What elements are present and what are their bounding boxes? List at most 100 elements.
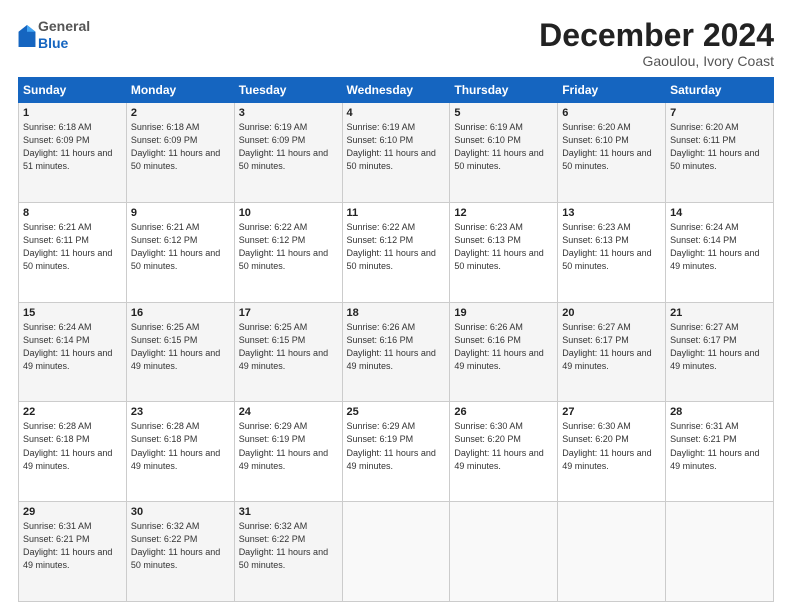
logo-general-text: General <box>38 18 90 35</box>
day-number: 28 <box>670 406 769 418</box>
day-number: 13 <box>562 207 661 219</box>
title-area: December 2024 Gaoulou, Ivory Coast <box>539 18 774 69</box>
day-info: Sunrise: 6:28 AMSunset: 6:18 PMDaylight:… <box>23 421 112 470</box>
table-row: 5 Sunrise: 6:19 AMSunset: 6:10 PMDayligh… <box>450 103 558 203</box>
day-info: Sunrise: 6:30 AMSunset: 6:20 PMDaylight:… <box>562 421 651 470</box>
day-info: Sunrise: 6:20 AMSunset: 6:11 PMDaylight:… <box>670 122 759 171</box>
day-number: 19 <box>454 307 553 319</box>
table-row: 20 Sunrise: 6:27 AMSunset: 6:17 PMDaylig… <box>558 302 666 402</box>
col-sunday: Sunday <box>19 78 127 103</box>
table-row: 7 Sunrise: 6:20 AMSunset: 6:11 PMDayligh… <box>666 103 774 203</box>
day-number: 16 <box>131 307 230 319</box>
table-row <box>666 502 774 602</box>
day-info: Sunrise: 6:19 AMSunset: 6:10 PMDaylight:… <box>454 122 543 171</box>
day-info: Sunrise: 6:22 AMSunset: 6:12 PMDaylight:… <box>239 222 328 271</box>
table-row: 1 Sunrise: 6:18 AMSunset: 6:09 PMDayligh… <box>19 103 127 203</box>
table-row: 26 Sunrise: 6:30 AMSunset: 6:20 PMDaylig… <box>450 402 558 502</box>
calendar-week-row: 15 Sunrise: 6:24 AMSunset: 6:14 PMDaylig… <box>19 302 774 402</box>
table-row: 3 Sunrise: 6:19 AMSunset: 6:09 PMDayligh… <box>234 103 342 203</box>
table-row: 25 Sunrise: 6:29 AMSunset: 6:19 PMDaylig… <box>342 402 450 502</box>
day-number: 11 <box>347 207 446 219</box>
table-row: 15 Sunrise: 6:24 AMSunset: 6:14 PMDaylig… <box>19 302 127 402</box>
day-number: 30 <box>131 506 230 518</box>
day-number: 6 <box>562 107 661 119</box>
logo: General Blue <box>18 18 90 52</box>
day-number: 3 <box>239 107 338 119</box>
day-info: Sunrise: 6:19 AMSunset: 6:10 PMDaylight:… <box>347 122 436 171</box>
day-info: Sunrise: 6:31 AMSunset: 6:21 PMDaylight:… <box>23 521 112 570</box>
calendar-header-row: Sunday Monday Tuesday Wednesday Thursday… <box>19 78 774 103</box>
day-info: Sunrise: 6:32 AMSunset: 6:22 PMDaylight:… <box>239 521 328 570</box>
table-row <box>558 502 666 602</box>
day-info: Sunrise: 6:21 AMSunset: 6:12 PMDaylight:… <box>131 222 220 271</box>
day-number: 1 <box>23 107 122 119</box>
calendar-week-row: 1 Sunrise: 6:18 AMSunset: 6:09 PMDayligh… <box>19 103 774 203</box>
day-info: Sunrise: 6:18 AMSunset: 6:09 PMDaylight:… <box>131 122 220 171</box>
table-row: 24 Sunrise: 6:29 AMSunset: 6:19 PMDaylig… <box>234 402 342 502</box>
table-row: 30 Sunrise: 6:32 AMSunset: 6:22 PMDaylig… <box>126 502 234 602</box>
table-row: 2 Sunrise: 6:18 AMSunset: 6:09 PMDayligh… <box>126 103 234 203</box>
day-number: 23 <box>131 406 230 418</box>
table-row: 8 Sunrise: 6:21 AMSunset: 6:11 PMDayligh… <box>19 202 127 302</box>
day-info: Sunrise: 6:20 AMSunset: 6:10 PMDaylight:… <box>562 122 651 171</box>
month-title: December 2024 <box>539 18 774 53</box>
day-info: Sunrise: 6:23 AMSunset: 6:13 PMDaylight:… <box>562 222 651 271</box>
calendar-table: Sunday Monday Tuesday Wednesday Thursday… <box>18 77 774 602</box>
calendar-week-row: 8 Sunrise: 6:21 AMSunset: 6:11 PMDayligh… <box>19 202 774 302</box>
logo-blue-text: Blue <box>38 35 90 52</box>
day-number: 10 <box>239 207 338 219</box>
day-info: Sunrise: 6:29 AMSunset: 6:19 PMDaylight:… <box>347 421 436 470</box>
day-number: 21 <box>670 307 769 319</box>
day-number: 8 <box>23 207 122 219</box>
day-number: 27 <box>562 406 661 418</box>
day-number: 4 <box>347 107 446 119</box>
day-info: Sunrise: 6:22 AMSunset: 6:12 PMDaylight:… <box>347 222 436 271</box>
day-number: 24 <box>239 406 338 418</box>
col-friday: Friday <box>558 78 666 103</box>
day-info: Sunrise: 6:23 AMSunset: 6:13 PMDaylight:… <box>454 222 543 271</box>
table-row: 17 Sunrise: 6:25 AMSunset: 6:15 PMDaylig… <box>234 302 342 402</box>
table-row: 29 Sunrise: 6:31 AMSunset: 6:21 PMDaylig… <box>19 502 127 602</box>
calendar-week-row: 22 Sunrise: 6:28 AMSunset: 6:18 PMDaylig… <box>19 402 774 502</box>
logo-icon <box>18 25 36 47</box>
day-info: Sunrise: 6:31 AMSunset: 6:21 PMDaylight:… <box>670 421 759 470</box>
day-info: Sunrise: 6:18 AMSunset: 6:09 PMDaylight:… <box>23 122 112 171</box>
table-row: 22 Sunrise: 6:28 AMSunset: 6:18 PMDaylig… <box>19 402 127 502</box>
day-number: 26 <box>454 406 553 418</box>
table-row: 16 Sunrise: 6:25 AMSunset: 6:15 PMDaylig… <box>126 302 234 402</box>
day-number: 29 <box>23 506 122 518</box>
day-info: Sunrise: 6:26 AMSunset: 6:16 PMDaylight:… <box>454 322 543 371</box>
calendar-page: General Blue December 2024 Gaoulou, Ivor… <box>0 0 792 612</box>
day-number: 15 <box>23 307 122 319</box>
table-row: 13 Sunrise: 6:23 AMSunset: 6:13 PMDaylig… <box>558 202 666 302</box>
calendar-week-row: 29 Sunrise: 6:31 AMSunset: 6:21 PMDaylig… <box>19 502 774 602</box>
table-row <box>342 502 450 602</box>
location: Gaoulou, Ivory Coast <box>539 53 774 69</box>
day-info: Sunrise: 6:29 AMSunset: 6:19 PMDaylight:… <box>239 421 328 470</box>
day-info: Sunrise: 6:28 AMSunset: 6:18 PMDaylight:… <box>131 421 220 470</box>
table-row <box>450 502 558 602</box>
day-info: Sunrise: 6:25 AMSunset: 6:15 PMDaylight:… <box>239 322 328 371</box>
col-thursday: Thursday <box>450 78 558 103</box>
day-info: Sunrise: 6:27 AMSunset: 6:17 PMDaylight:… <box>562 322 651 371</box>
day-info: Sunrise: 6:27 AMSunset: 6:17 PMDaylight:… <box>670 322 759 371</box>
day-number: 9 <box>131 207 230 219</box>
day-info: Sunrise: 6:32 AMSunset: 6:22 PMDaylight:… <box>131 521 220 570</box>
table-row: 11 Sunrise: 6:22 AMSunset: 6:12 PMDaylig… <box>342 202 450 302</box>
day-number: 12 <box>454 207 553 219</box>
day-number: 5 <box>454 107 553 119</box>
table-row: 27 Sunrise: 6:30 AMSunset: 6:20 PMDaylig… <box>558 402 666 502</box>
table-row: 14 Sunrise: 6:24 AMSunset: 6:14 PMDaylig… <box>666 202 774 302</box>
header: General Blue December 2024 Gaoulou, Ivor… <box>18 18 774 69</box>
day-number: 17 <box>239 307 338 319</box>
day-number: 31 <box>239 506 338 518</box>
day-info: Sunrise: 6:25 AMSunset: 6:15 PMDaylight:… <box>131 322 220 371</box>
table-row: 12 Sunrise: 6:23 AMSunset: 6:13 PMDaylig… <box>450 202 558 302</box>
day-info: Sunrise: 6:26 AMSunset: 6:16 PMDaylight:… <box>347 322 436 371</box>
day-number: 7 <box>670 107 769 119</box>
day-info: Sunrise: 6:19 AMSunset: 6:09 PMDaylight:… <box>239 122 328 171</box>
table-row: 31 Sunrise: 6:32 AMSunset: 6:22 PMDaylig… <box>234 502 342 602</box>
col-wednesday: Wednesday <box>342 78 450 103</box>
table-row: 28 Sunrise: 6:31 AMSunset: 6:21 PMDaylig… <box>666 402 774 502</box>
table-row: 19 Sunrise: 6:26 AMSunset: 6:16 PMDaylig… <box>450 302 558 402</box>
